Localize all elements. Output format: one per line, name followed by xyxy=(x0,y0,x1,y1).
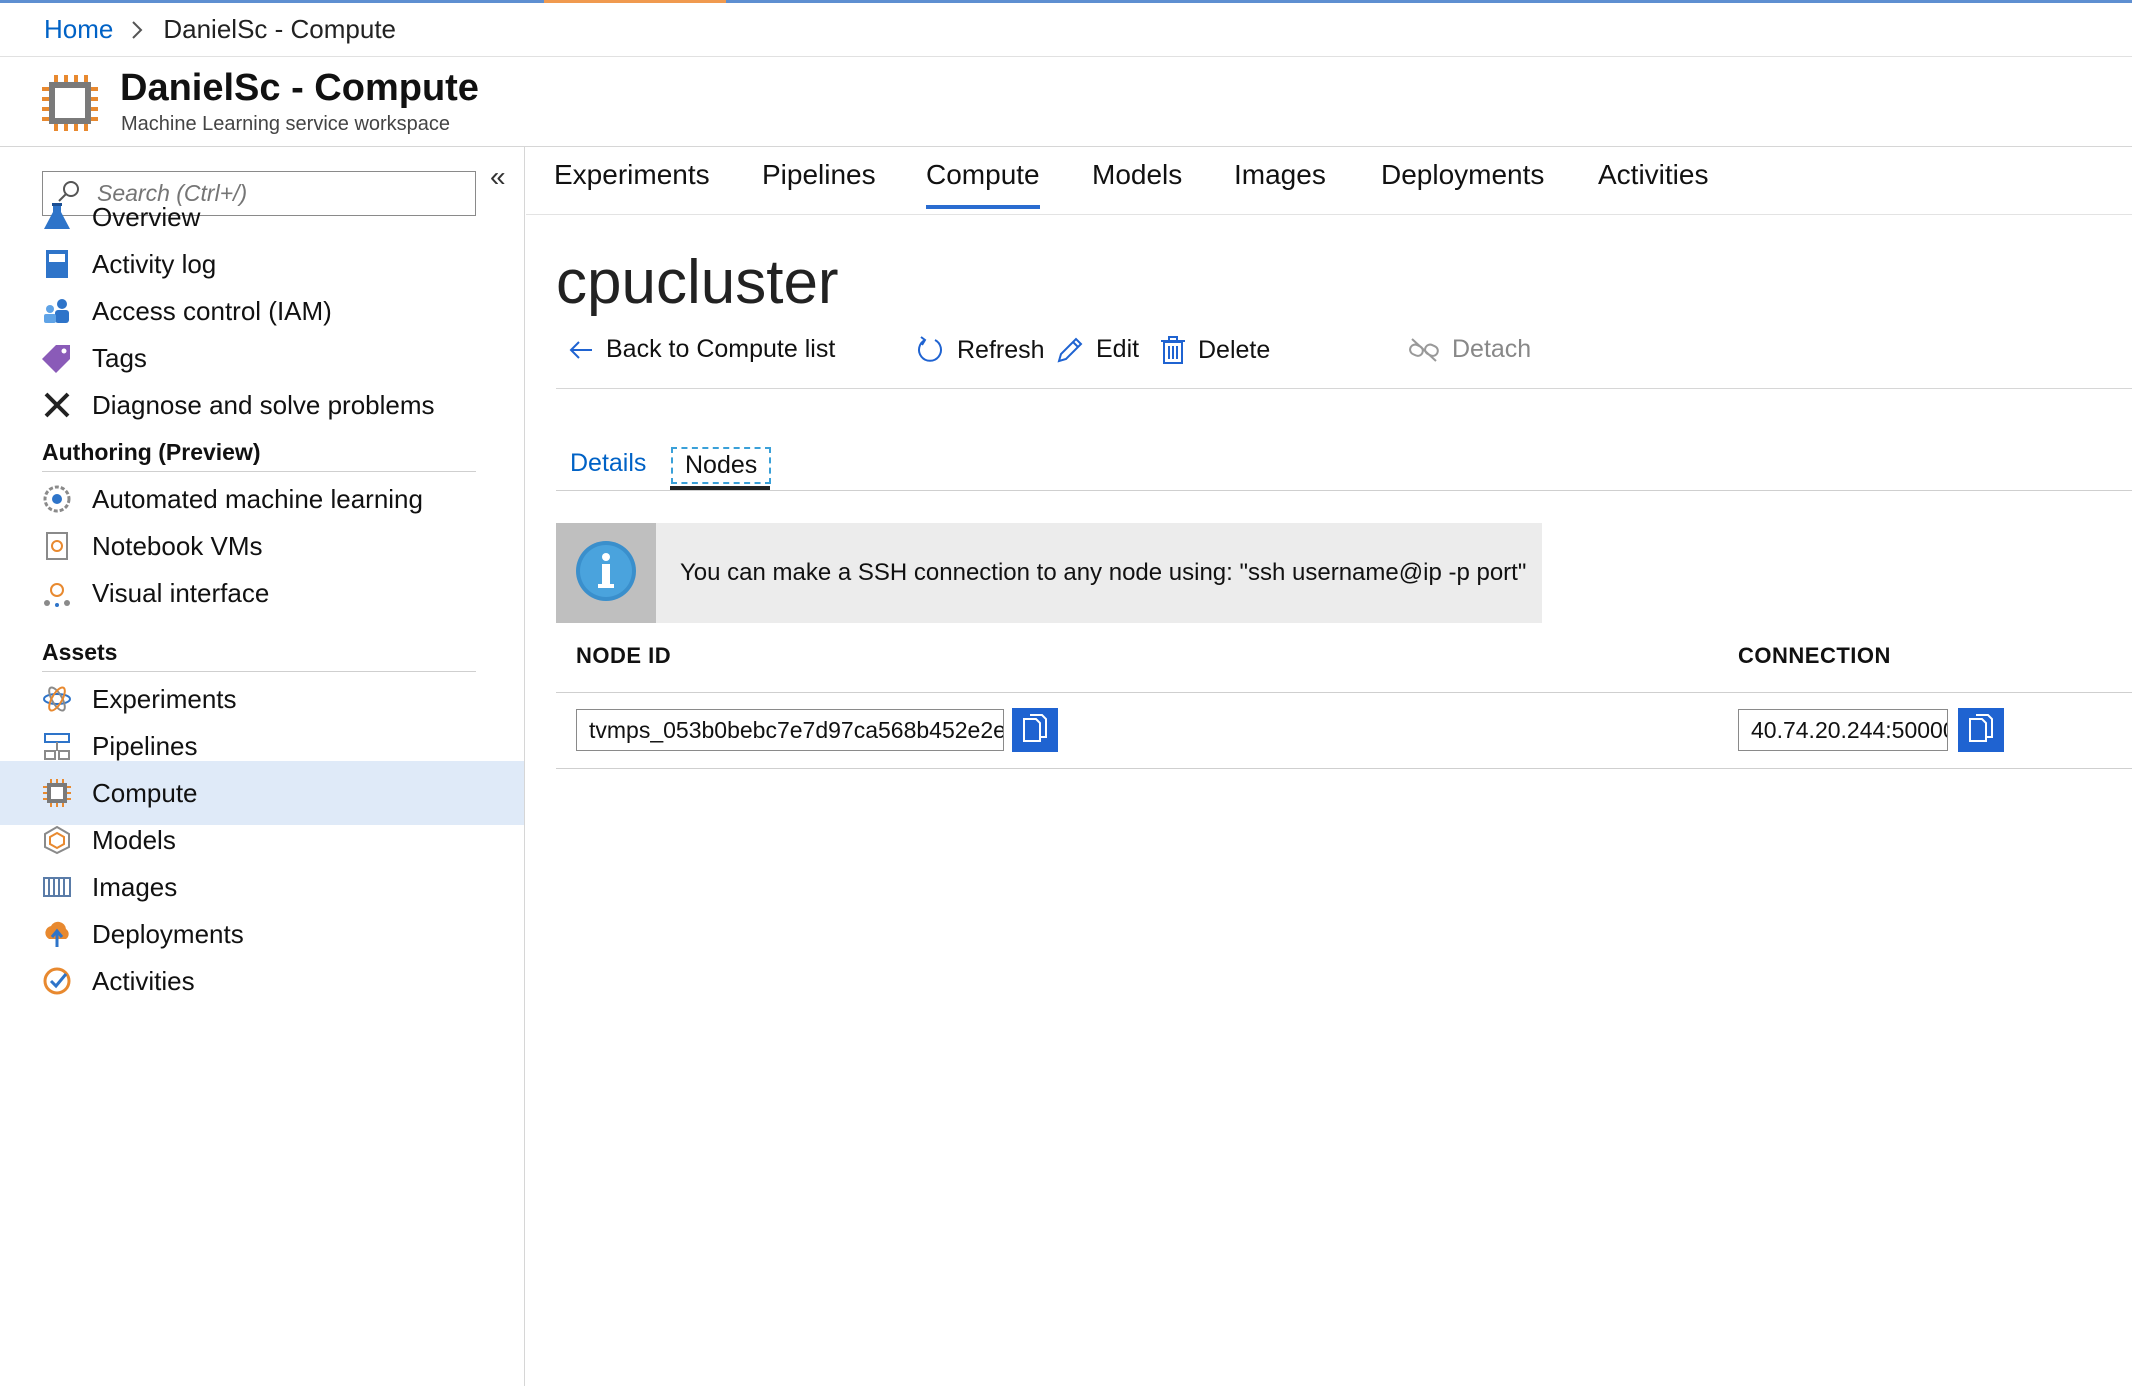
delete-button[interactable]: Delete xyxy=(1160,335,1270,365)
info-icon xyxy=(575,540,637,607)
tab-pipelines[interactable]: Pipelines xyxy=(762,159,876,205)
sidebar-item-label: Images xyxy=(92,871,178,902)
sidebar-item-label: Notebook VMs xyxy=(92,530,263,561)
column-header-node-id: NODE ID xyxy=(576,643,672,668)
pipelines-icon xyxy=(42,731,72,761)
detach-button[interactable]: Detach xyxy=(1408,335,1531,364)
info-message: You can make a SSH connection to any nod… xyxy=(680,559,1527,586)
back-to-compute-list-button[interactable]: Back to Compute list xyxy=(568,335,835,364)
copy-node-id-button[interactable] xyxy=(1012,708,1058,752)
tab-models[interactable]: Models xyxy=(1092,159,1182,205)
breadcrumb: Home DanielSc - Compute xyxy=(0,3,2132,57)
divider xyxy=(556,768,2132,769)
sidebar-item-label: Pipelines xyxy=(92,730,198,761)
copy-icon xyxy=(1968,713,1994,748)
sidebar-item-label: Overview xyxy=(92,201,201,232)
tag-icon xyxy=(42,343,72,373)
copy-connection-button[interactable] xyxy=(1958,708,2004,752)
notebook-icon xyxy=(42,531,72,561)
column-header-connection: CONNECTION xyxy=(1738,643,1891,668)
refresh-icon xyxy=(915,335,945,365)
info-banner: You can make a SSH connection to any nod… xyxy=(556,523,1542,623)
sidebar-item-label: Diagnose and solve problems xyxy=(92,389,435,420)
sidebar-item-label: Visual interface xyxy=(92,577,270,608)
sidebar-item-label: Experiments xyxy=(92,683,237,714)
experiments-icon xyxy=(42,684,72,714)
command-bar: Back to Compute list Refresh Edit Delete… xyxy=(556,317,2132,389)
unlink-icon xyxy=(1408,337,1440,363)
section-title-authoring: Authoring (Preview) xyxy=(42,439,261,465)
breadcrumb-home-link[interactable]: Home xyxy=(44,14,113,45)
deployments-icon xyxy=(42,919,72,949)
page-title: cpucluster xyxy=(556,248,839,317)
sidebar-item-label: Tags xyxy=(92,342,147,373)
tab-compute[interactable]: Compute xyxy=(926,159,1040,209)
images-icon xyxy=(42,872,72,902)
chip-icon xyxy=(40,73,100,133)
connection-field[interactable] xyxy=(1738,709,1948,751)
visual-interface-icon xyxy=(42,578,72,608)
refresh-button[interactable]: Refresh xyxy=(915,335,1045,365)
sidebar-item-visual-interface[interactable]: Visual interface xyxy=(0,561,524,625)
sidebar-item-label: Automated machine learning xyxy=(92,483,423,514)
arrow-left-icon xyxy=(568,339,594,361)
back-label: Back to Compute list xyxy=(606,335,836,363)
detach-label: Detach xyxy=(1452,335,1532,363)
delete-label: Delete xyxy=(1198,335,1271,364)
people-icon xyxy=(42,296,72,326)
tab-images[interactable]: Images xyxy=(1234,159,1326,205)
subtab-nodes[interactable]: Nodes xyxy=(671,447,772,484)
activities-icon xyxy=(42,966,72,996)
sidebar-item-diagnose[interactable]: Diagnose and solve problems xyxy=(0,373,524,437)
resource-header: DanielSc - Compute Machine Learning serv… xyxy=(0,57,2132,147)
tab-experiments[interactable]: Experiments xyxy=(554,159,710,205)
sidebar-item-label: Compute xyxy=(92,777,198,808)
subtab-details[interactable]: Details xyxy=(570,449,646,478)
trash-icon xyxy=(1160,335,1186,365)
pencil-icon xyxy=(1056,336,1084,364)
sidebar-item-label: Access control (IAM) xyxy=(92,295,332,326)
sidebar-item-label: Deployments xyxy=(92,918,244,949)
chip-icon xyxy=(42,778,72,808)
edit-button[interactable]: Edit xyxy=(1056,335,1139,364)
sidebar: « Overview Activity log Access control (… xyxy=(0,147,525,1386)
tab-activities[interactable]: Activities xyxy=(1598,159,1708,205)
sidebar-item-label: Activities xyxy=(92,965,195,996)
node-id-field[interactable] xyxy=(576,709,1004,751)
log-book-icon xyxy=(42,249,72,279)
flask-icon xyxy=(42,202,72,232)
sidebar-item-label: Activity log xyxy=(92,248,217,279)
divider xyxy=(556,692,2132,693)
section-title-assets: Assets xyxy=(42,639,118,665)
automl-icon xyxy=(42,484,72,514)
subtab-active-indicator xyxy=(670,486,770,490)
subtab-bar: Details Nodes xyxy=(556,443,2132,491)
edit-label: Edit xyxy=(1096,335,1140,363)
refresh-label: Refresh xyxy=(957,335,1045,364)
tab-deployments[interactable]: Deployments xyxy=(1381,159,1544,205)
wrench-icon xyxy=(42,390,72,420)
main-content: Experiments Pipelines Compute Models Ima… xyxy=(526,147,2132,1386)
info-icon-box xyxy=(556,523,656,623)
chevron-right-icon xyxy=(131,20,143,40)
breadcrumb-current: DanielSc - Compute xyxy=(163,14,397,44)
page-header-subtitle: Machine Learning service workspace xyxy=(121,113,451,135)
tab-bar: Experiments Pipelines Compute Models Ima… xyxy=(526,147,2132,215)
sidebar-item-label: Models xyxy=(92,824,176,855)
page-header-title: DanielSc - Compute xyxy=(120,67,479,109)
models-icon xyxy=(42,825,72,855)
copy-icon xyxy=(1022,713,1048,748)
sidebar-item-activities[interactable]: Activities xyxy=(0,949,524,1013)
